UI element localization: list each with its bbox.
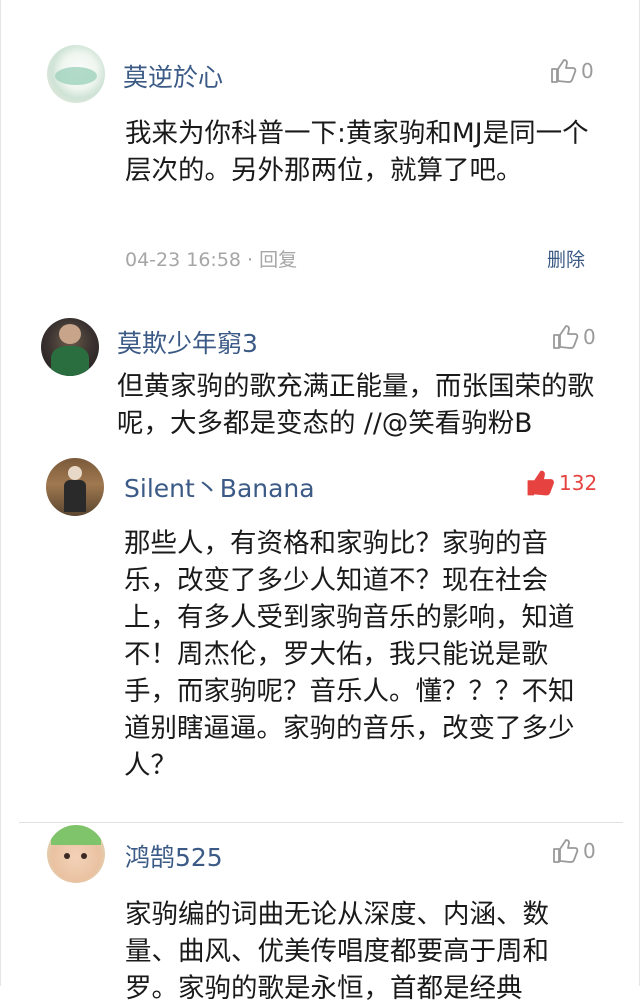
delete-button[interactable]: 删除 <box>547 245 585 272</box>
thumb-up-icon <box>553 839 579 863</box>
like-count: 132 <box>559 471 598 495</box>
thumb-up-icon <box>553 325 579 349</box>
comment-text: 那些人，有资格和家驹比？家驹的音乐，改变了多少人知道不？现在社会上，有多人受到家… <box>124 528 575 781</box>
comment-text: 但黄家驹的歌充满正能量，而张国荣的歌呢，大多都是变态的 //@笑看驹粉B <box>117 371 594 439</box>
username[interactable]: 莫欺少年窮3 <box>117 324 258 360</box>
like-count: 0 <box>581 59 594 83</box>
like-button[interactable]: 0 <box>549 57 594 85</box>
comment-meta[interactable]: 04-23 16:58 · 回复 <box>125 245 297 272</box>
like-button[interactable]: 0 <box>551 837 596 865</box>
like-count: 0 <box>583 325 596 349</box>
thumb-up-icon <box>527 470 554 496</box>
avatar[interactable] <box>47 825 105 883</box>
username[interactable]: 鸿鹄525 <box>125 838 223 874</box>
comment-list: 莫逆於心 0 我来为你科普一下:黄家驹和MJ是同一个层次的。另外那两位，就算了吧… <box>0 0 640 1004</box>
comment-text: 我来为你科普一下:黄家驹和MJ是同一个层次的。另外那两位，就算了吧。 <box>125 118 589 186</box>
like-button[interactable]: 132 <box>525 468 597 498</box>
username[interactable]: Silent丶Banana <box>124 469 315 505</box>
like-count: 0 <box>583 839 596 863</box>
comment-text: 家驹编的词曲无论从深度、内涵、数量、曲风、优美传唱度都要高于周和罗。家驹的歌是永… <box>125 899 549 1004</box>
thumb-up-icon <box>551 59 577 83</box>
avatar[interactable] <box>46 458 104 516</box>
like-button[interactable]: 0 <box>551 323 596 351</box>
divider <box>19 822 623 823</box>
username[interactable]: 莫逆於心 <box>123 58 223 94</box>
avatar[interactable] <box>47 45 105 103</box>
avatar[interactable] <box>41 318 99 376</box>
